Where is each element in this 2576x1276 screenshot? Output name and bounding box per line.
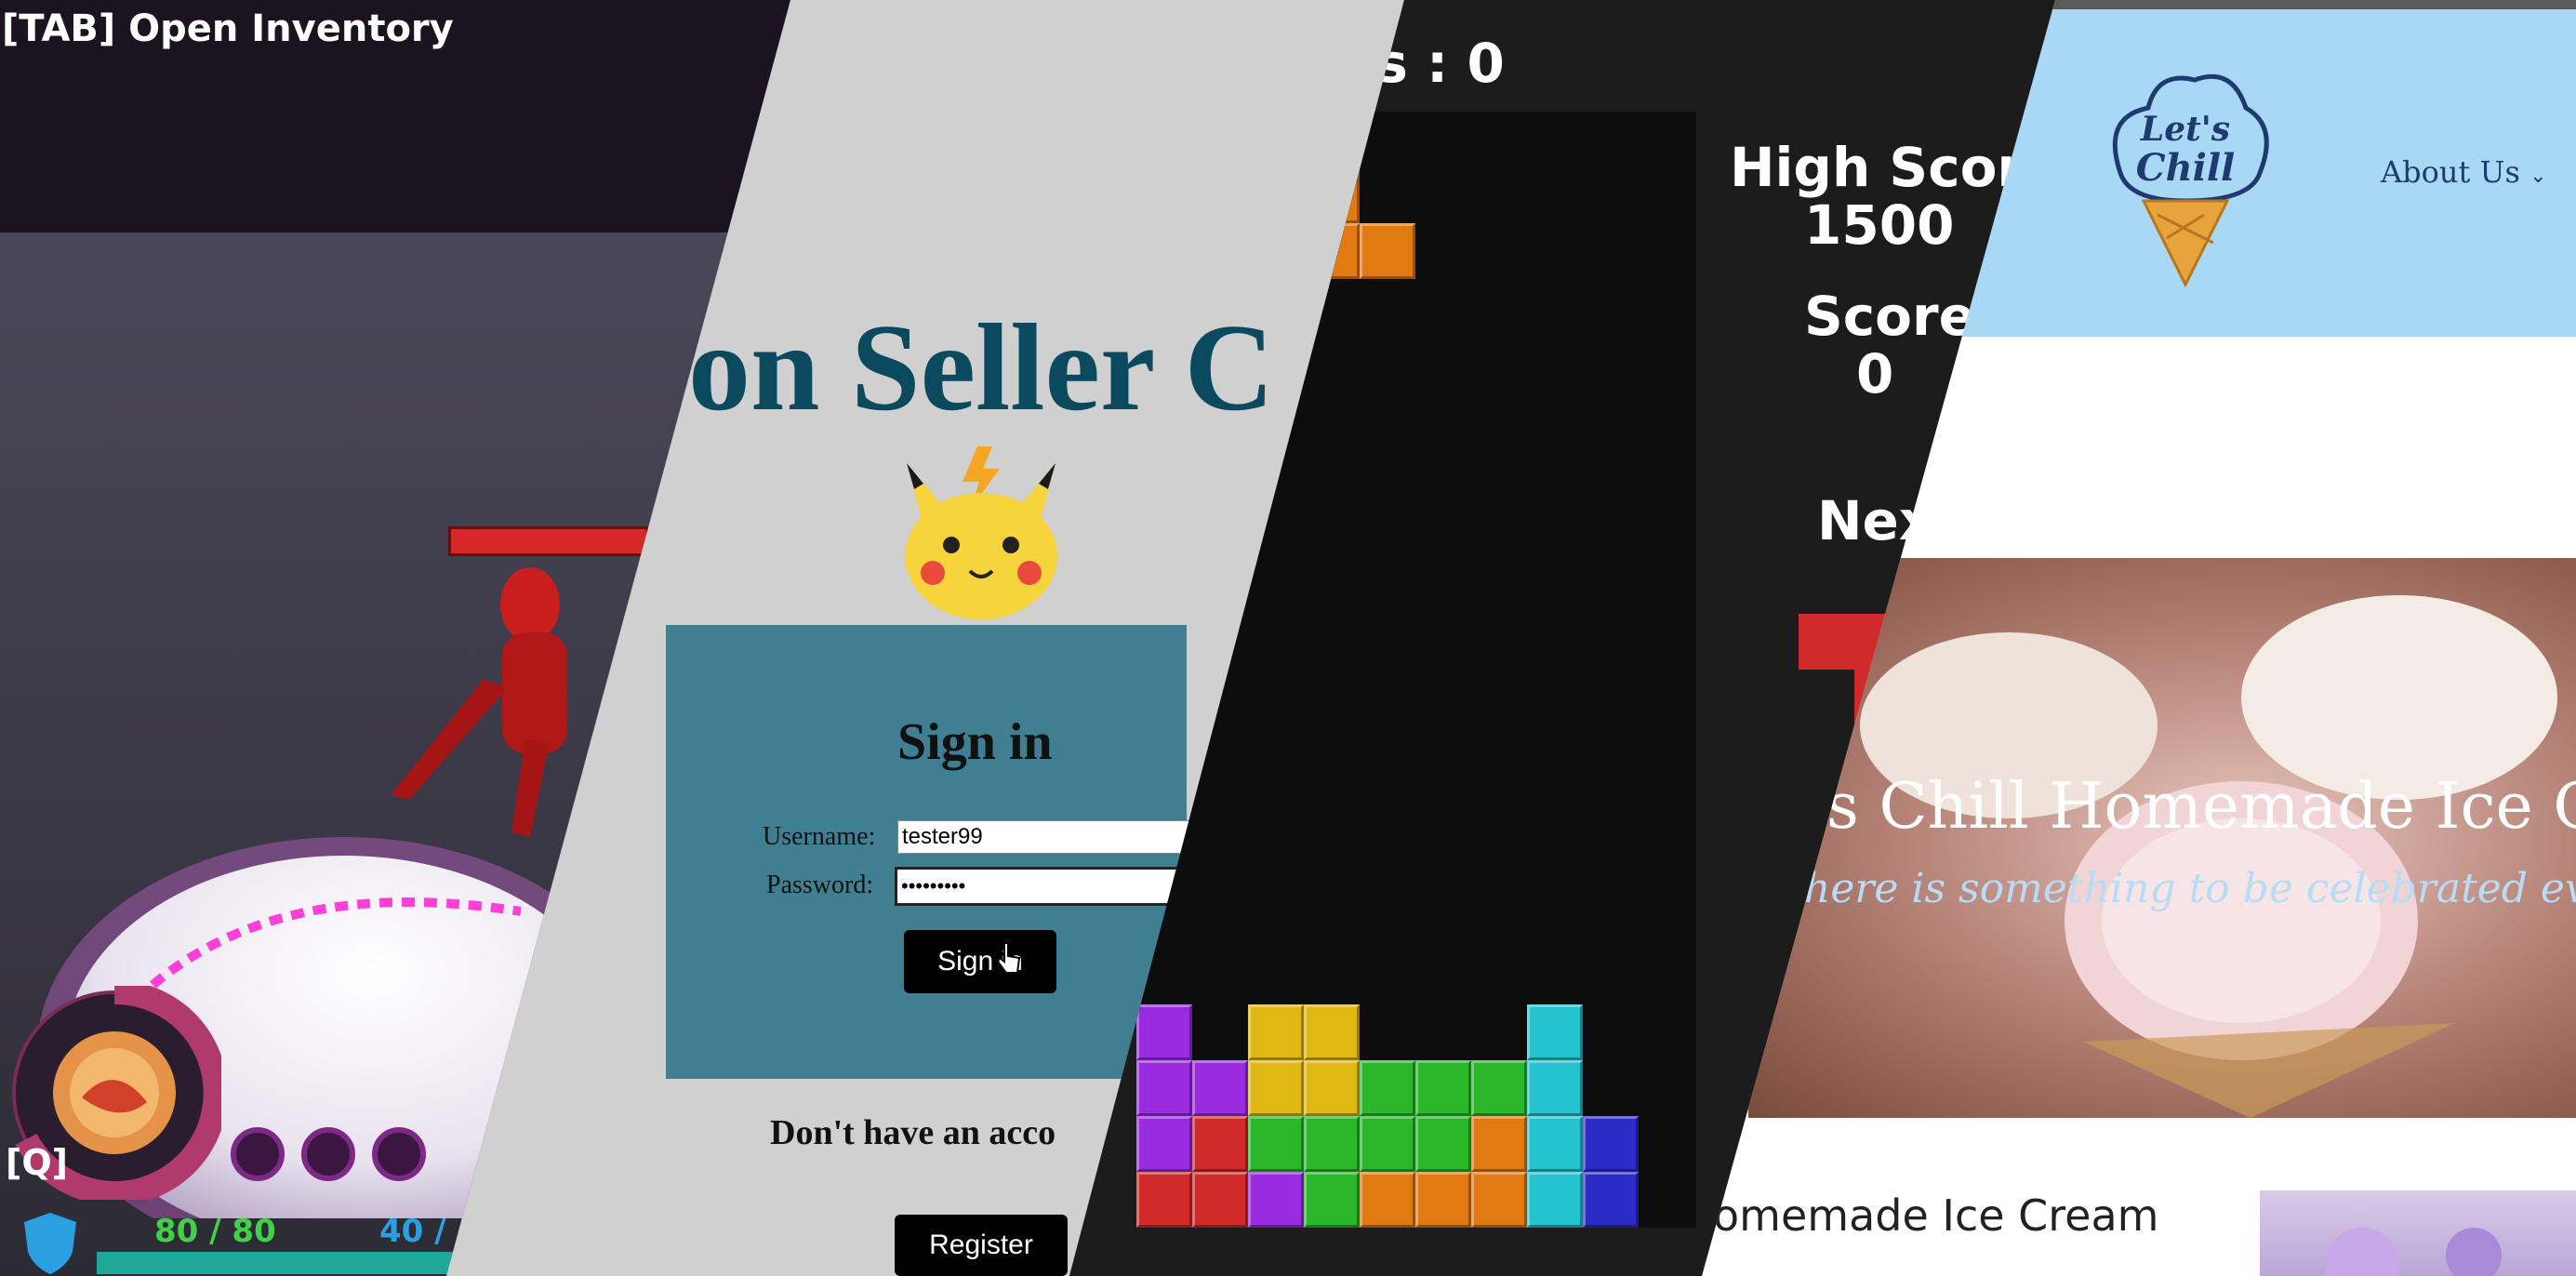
product-thumbnail[interactable] [2260,1190,2576,1276]
tetris-block [1360,1172,1415,1228]
tetris-block [1304,1116,1360,1172]
nav-about-label: About Us [2381,154,2520,190]
tetris-block [1583,1116,1639,1172]
tetris-block [1192,1060,1248,1116]
shield-icon [24,1213,76,1274]
tetris-block [1248,1172,1304,1228]
tetris-block [1527,1004,1583,1060]
logo-text-chill: Chill [2136,146,2236,190]
health-bar [97,1252,487,1274]
cursor-hand-icon [996,942,1021,974]
high-score-value: 1500 [1804,193,1955,257]
signin-button[interactable]: Sign in [904,930,1056,993]
tetris-block [1583,1172,1639,1228]
tetris-block [1192,1116,1248,1172]
section-title: omemade Ice Cream [1713,1190,2159,1241]
skill-slot-1[interactable] [231,1127,285,1181]
tetris-block [1415,1116,1471,1172]
username-field[interactable] [897,820,1223,854]
chevron-down-icon: ⌄ [2530,165,2547,188]
signin-title: Sign in [897,713,1053,771]
no-account-text: Don't have an acco [770,1113,1056,1152]
tetris-block [1360,1116,1415,1172]
hero-subtitle: here is something to be celebrated eve [1804,865,2576,912]
skill-slot-2[interactable] [301,1127,355,1181]
tetris-block [1248,1004,1304,1060]
username-label: Username: [763,822,876,851]
health-readout: 80 / 80 [154,1213,276,1250]
logo-text-lets: Let's [2140,110,2230,149]
page-title: on Seller C [688,299,1275,436]
tetris-block [1527,1116,1583,1172]
tetris-block [1471,1060,1527,1116]
tetris-block [1304,1172,1360,1228]
score-label: Score [1804,285,1975,348]
tetris-block [1304,1004,1360,1060]
tetris-block [1248,1060,1304,1116]
lets-chill-logo[interactable]: Let's Chill [2092,61,2278,294]
tetris-block [1192,1172,1248,1228]
hero-title: t's Chill Homemade Ice C [1784,770,2576,844]
skill-slot-3[interactable] [372,1127,426,1181]
tetris-block [1136,1060,1192,1116]
tetris-block [1136,1172,1192,1228]
ability-key-hint: [Q] [6,1142,69,1183]
tetris-block [1136,1116,1192,1172]
tetris-block [1527,1172,1583,1228]
tetris-block [1415,1060,1471,1116]
tetris-block [1360,1060,1415,1116]
nav-about-us[interactable]: About Us ⌄ [2381,154,2547,190]
tetris-block [1136,1004,1192,1060]
tetris-block [1360,223,1415,279]
tetris-block [1304,1060,1360,1116]
tetris-block [1471,1172,1527,1228]
tetris-block [1415,1172,1471,1228]
score-value: 0 [1856,342,1894,405]
password-label: Password: [766,871,874,899]
tetris-block [1527,1060,1583,1116]
register-button[interactable]: Register [895,1215,1068,1276]
tetris-block [1471,1116,1527,1172]
pikachu-logo [905,446,1057,619]
tetris-block [1248,1116,1304,1172]
inventory-hint: [TAB] Open Inventory [2,7,454,50]
product-image [2325,1228,2502,1276]
